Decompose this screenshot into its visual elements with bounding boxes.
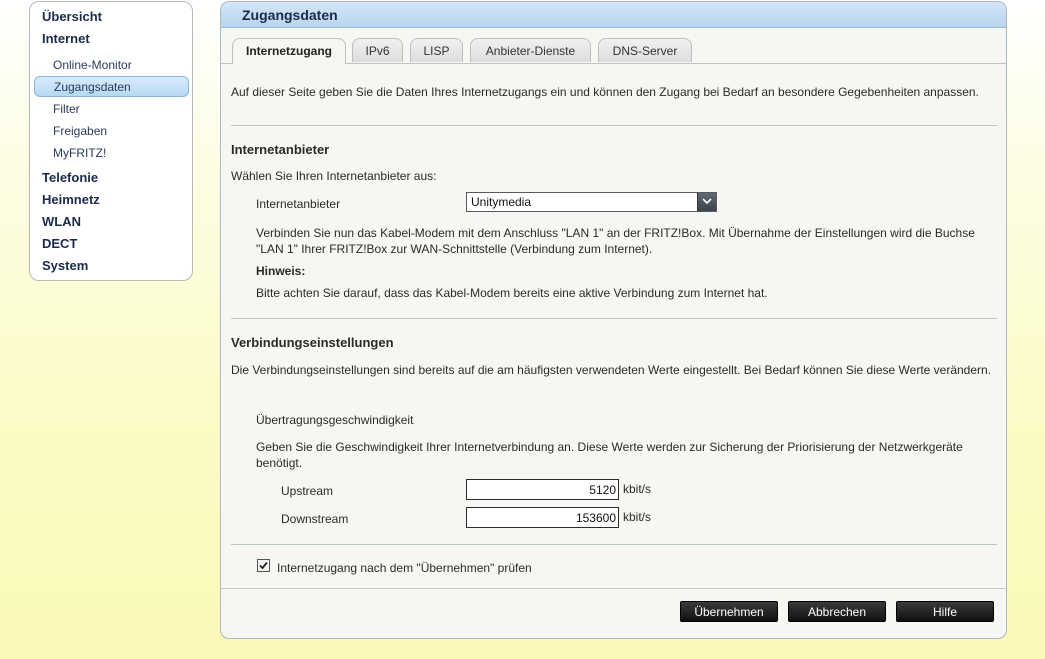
connection-heading: Verbindungseinstellungen bbox=[231, 335, 394, 350]
downstream-label: Downstream bbox=[281, 512, 349, 526]
chevron-down-icon[interactable] bbox=[697, 193, 716, 211]
tab-bar: Internetzugang IPv6 LISP Anbieter-Dienst… bbox=[221, 38, 1006, 64]
nav-internet[interactable]: Internet bbox=[42, 31, 90, 46]
nav-telefonie[interactable]: Telefonie bbox=[42, 170, 98, 185]
provider-heading: Internetanbieter bbox=[231, 142, 330, 157]
nav-overview[interactable]: Übersicht bbox=[42, 9, 102, 24]
tab-lisp[interactable]: LISP bbox=[410, 38, 463, 62]
nav-dect[interactable]: DECT bbox=[42, 236, 77, 251]
provider-prompt: Wählen Sie Ihren Internetanbieter aus: bbox=[231, 169, 437, 183]
divider bbox=[231, 544, 997, 545]
downstream-input[interactable]: 153600 bbox=[466, 507, 619, 528]
tab-dns-server[interactable]: DNS-Server bbox=[598, 38, 692, 62]
nav-wlan[interactable]: WLAN bbox=[42, 214, 81, 229]
nav-heimnetz[interactable]: Heimnetz bbox=[42, 192, 100, 207]
provider-select-value: Unitymedia bbox=[471, 195, 532, 209]
speed-heading: Übertragungsgeschwindigkeit bbox=[256, 413, 414, 427]
nav-myfritz[interactable]: MyFRITZ! bbox=[53, 146, 106, 160]
apply-button[interactable]: Übernehmen bbox=[680, 601, 778, 622]
page-title: Zugangsdaten bbox=[242, 7, 338, 23]
upstream-label: Upstream bbox=[281, 484, 334, 498]
nav-freigaben[interactable]: Freigaben bbox=[53, 124, 107, 138]
provider-label: Internetanbieter bbox=[256, 197, 341, 211]
connection-desc: Die Verbindungseinstellungen sind bereit… bbox=[231, 363, 992, 377]
nav-zugangsdaten[interactable]: Zugangsdaten bbox=[34, 76, 189, 97]
nav-system[interactable]: System bbox=[42, 258, 88, 273]
cancel-button[interactable]: Abbrechen bbox=[788, 601, 886, 622]
provider-info: Verbinden Sie nun das Kabel-Modem mit de… bbox=[256, 226, 975, 256]
note-label: Hinweis: bbox=[256, 264, 306, 278]
panel-header: Zugangsdaten bbox=[221, 2, 1006, 28]
downstream-unit: kbit/s bbox=[623, 510, 652, 524]
tab-anbieter-dienste[interactable]: Anbieter-Dienste bbox=[470, 38, 591, 62]
check-connection-checkbox[interactable] bbox=[257, 559, 270, 572]
content-panel: Zugangsdaten Internetzugang IPv6 LISP An… bbox=[220, 1, 1007, 639]
note-text: Bitte achten Sie darauf, dass das Kabel-… bbox=[256, 286, 768, 300]
intro-text: Auf dieser Seite geben Sie die Daten Ihr… bbox=[231, 85, 979, 99]
upstream-unit: kbit/s bbox=[623, 482, 652, 496]
upstream-input[interactable]: 5120 bbox=[466, 479, 619, 500]
check-connection-label[interactable]: Internetzugang nach dem "Übernehmen" prü… bbox=[277, 560, 532, 576]
divider bbox=[231, 318, 997, 319]
sidebar-nav: Übersicht Internet Online-Monitor Zugang… bbox=[29, 1, 193, 281]
tab-ipv6[interactable]: IPv6 bbox=[352, 38, 403, 62]
tab-internetzugang[interactable]: Internetzugang bbox=[232, 38, 346, 64]
nav-online-monitor[interactable]: Online-Monitor bbox=[53, 58, 132, 72]
provider-select[interactable]: Unitymedia bbox=[466, 192, 717, 212]
speed-desc: Geben Sie die Geschwindigkeit Ihrer Inte… bbox=[256, 440, 963, 470]
footer-divider bbox=[221, 588, 1006, 589]
divider bbox=[231, 125, 997, 126]
help-button[interactable]: Hilfe bbox=[896, 601, 994, 622]
nav-filter[interactable]: Filter bbox=[53, 102, 80, 116]
